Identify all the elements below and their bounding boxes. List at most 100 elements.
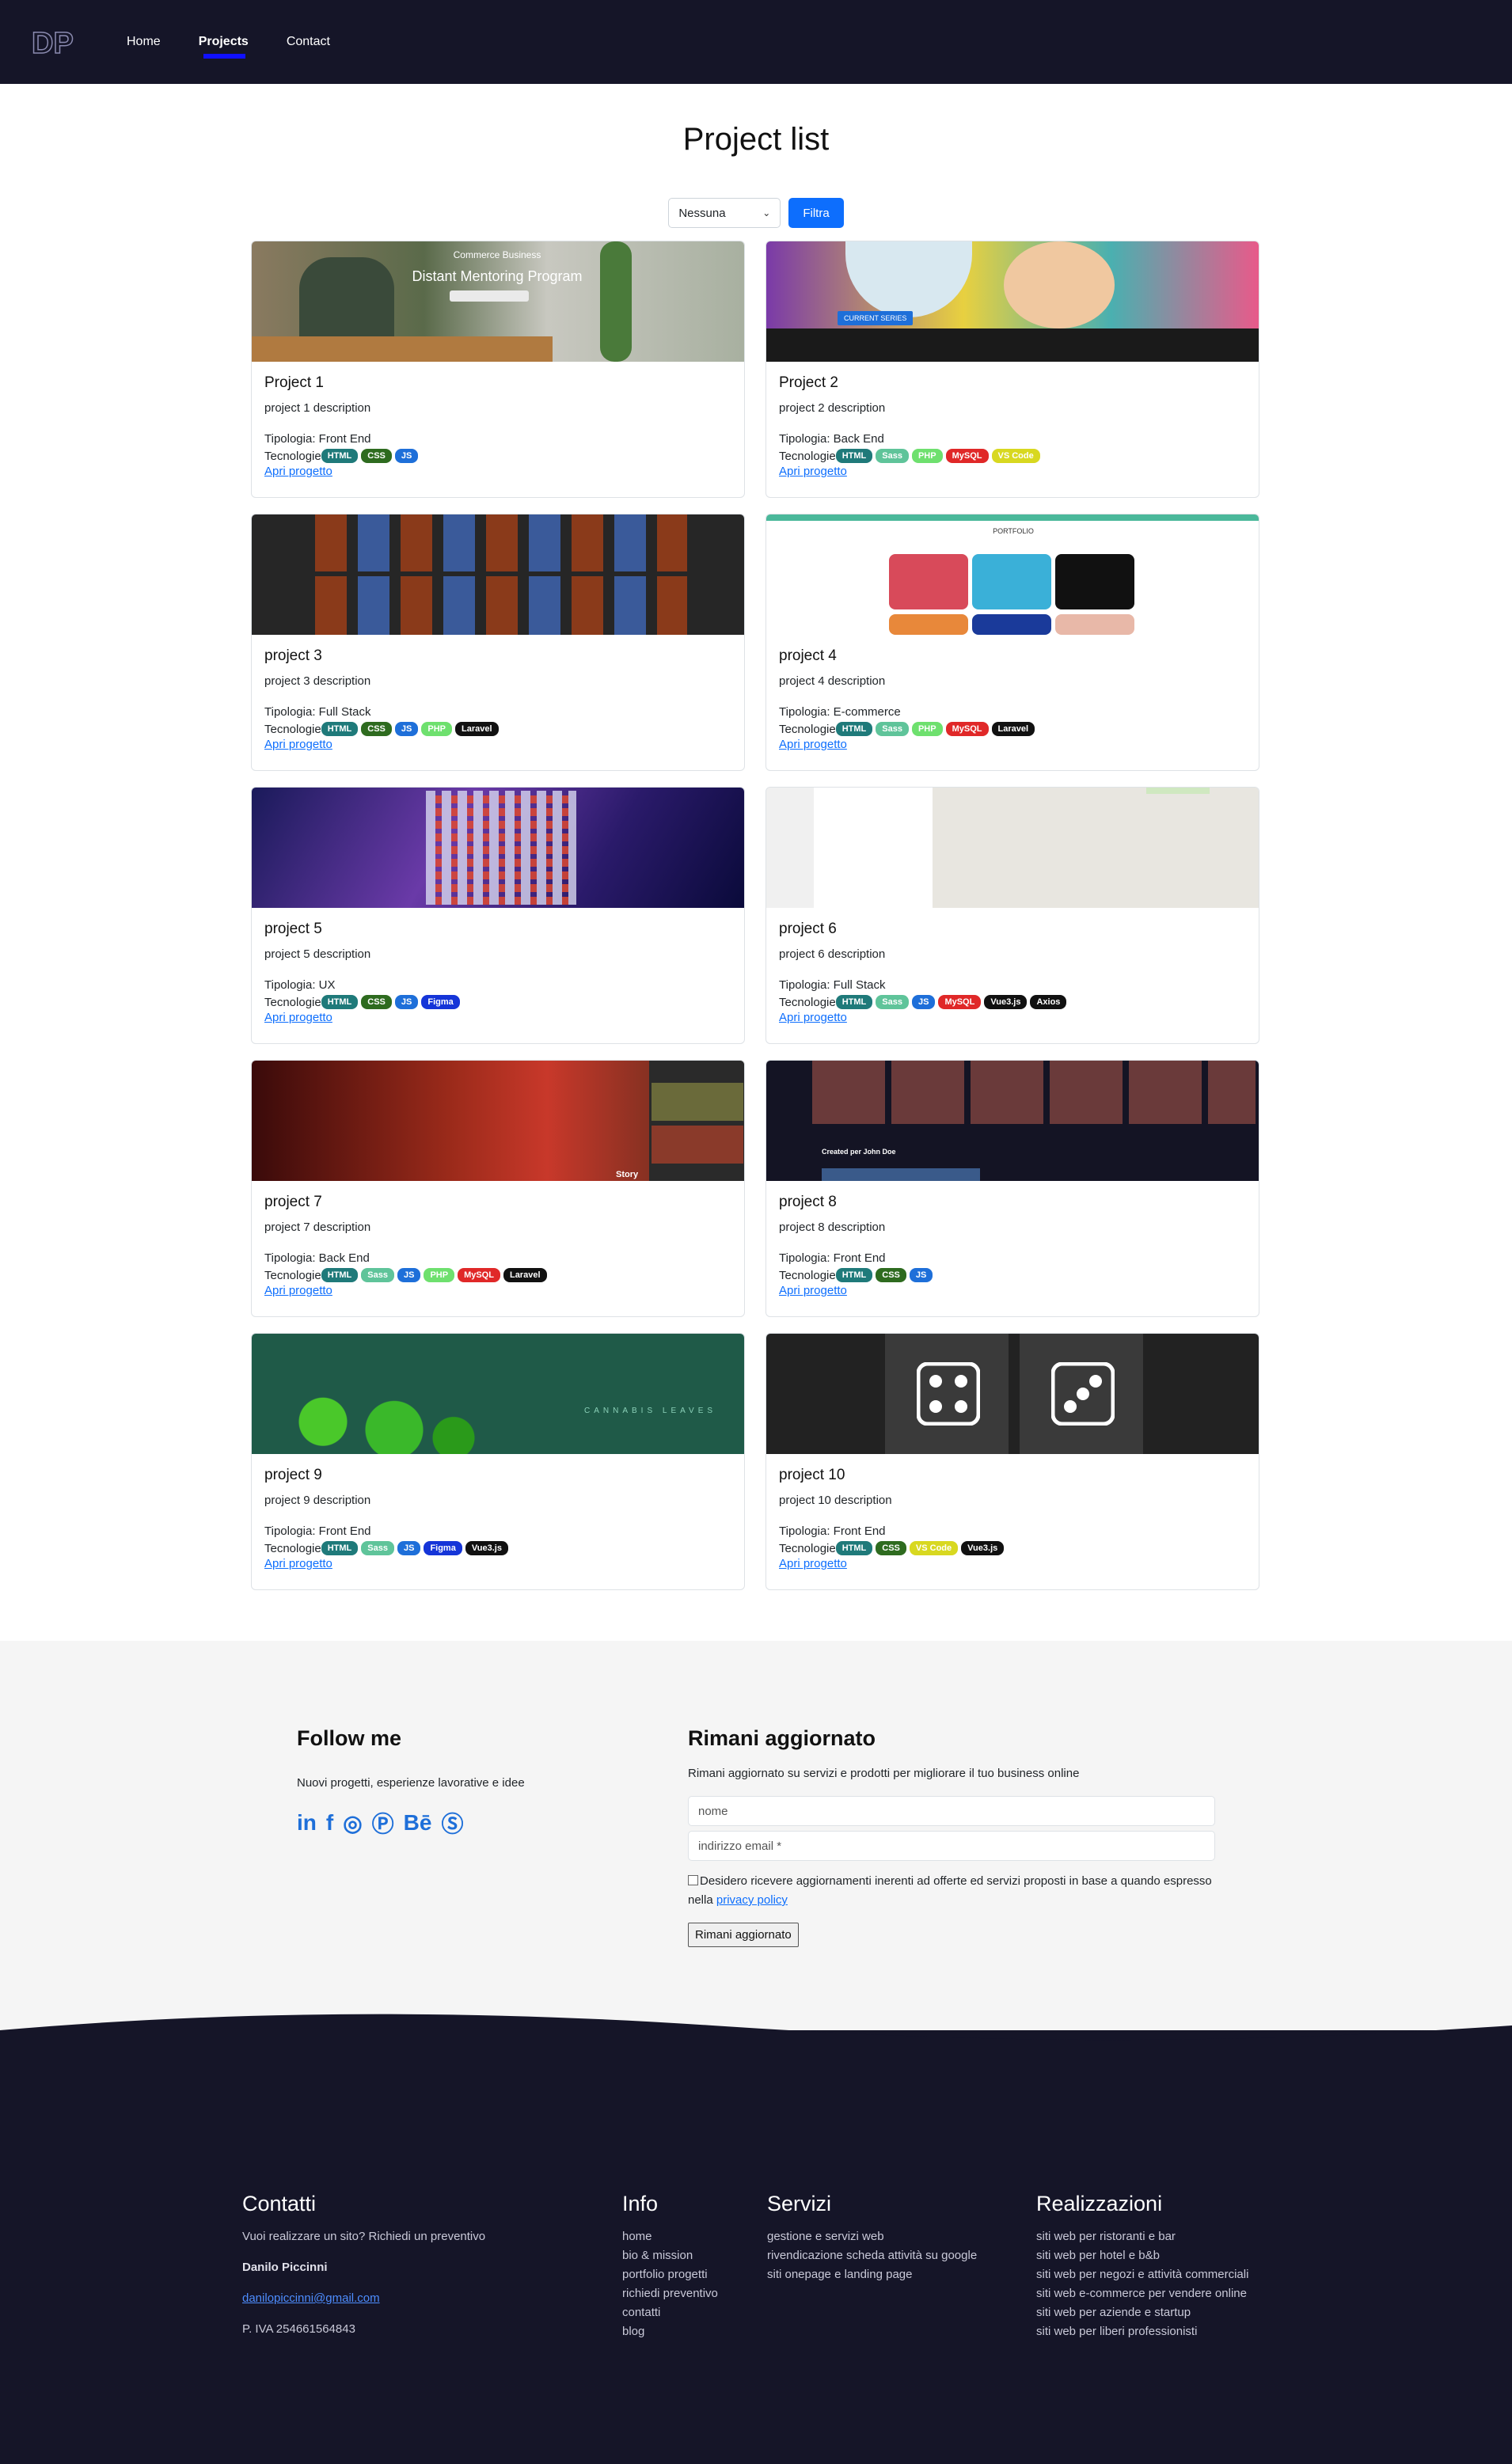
footer-service-link[interactable]: gestione e servizi web [767, 2227, 1020, 2246]
open-project-link[interactable]: Apri progetto [264, 1557, 332, 1570]
footer-service-link[interactable]: rivendicazione scheda attività su google [767, 2246, 1020, 2265]
privacy-policy-link[interactable]: privacy policy [716, 1893, 788, 1907]
footer-info-link[interactable]: home [622, 2227, 749, 2246]
tech-badge: HTML [835, 1541, 873, 1555]
tech-badge: Figma [424, 1541, 462, 1555]
tech-label: Tecnologie [264, 1541, 321, 1555]
open-project-link[interactable]: Apri progetto [779, 1011, 847, 1024]
footer-realizzazione-link[interactable]: siti web per negozi e attività commercia… [1036, 2265, 1305, 2284]
nav-link-projects[interactable]: Projects [199, 30, 249, 59]
nav-links: Home Projects Contact [127, 30, 368, 59]
tech-badge: HTML [835, 995, 873, 1009]
tech-badge: Laravel [454, 722, 499, 736]
open-project-link[interactable]: Apri progetto [264, 1284, 332, 1297]
footer-realizzazione-link[interactable]: siti web per aziende e startup [1036, 2303, 1305, 2322]
tech-badge: HTML [321, 1541, 359, 1555]
project-description: project 10 description [779, 1494, 892, 1507]
footer-services-title: Servizi [767, 2192, 832, 2215]
tech-badge: Axios [1030, 995, 1067, 1009]
nav-link-contact[interactable]: Contact [287, 30, 330, 54]
type-filter-select[interactable]: Nessuna ⌄ [668, 198, 781, 228]
tech-label: Tecnologie [264, 449, 321, 463]
social-links: in f ◎ Ⓟ Bē Ⓢ [297, 1807, 688, 1839]
project-description: project 1 description [264, 401, 371, 415]
project-type: Tipologia: Front End [779, 1251, 886, 1265]
footer-services: Servizi gestione e servizi web rivendicaz… [767, 2192, 1020, 2284]
type-filter-value: Nessuna [678, 206, 726, 220]
tech-badge: JS [397, 1268, 421, 1282]
tech-badge: MySQL [458, 1268, 500, 1282]
open-project-link[interactable]: Apri progetto [779, 465, 847, 478]
project-type: Tipologia: Front End [264, 432, 371, 446]
open-project-link[interactable]: Apri progetto [264, 465, 332, 478]
tech-label: Tecnologie [264, 995, 321, 1009]
tech-label: Tecnologie [779, 995, 836, 1009]
pinterest-icon[interactable]: Ⓟ [372, 1807, 394, 1839]
skype-icon[interactable]: Ⓢ [441, 1807, 463, 1839]
footer-realizzazione-link[interactable]: siti web e-commerce per vendere online [1036, 2284, 1305, 2303]
open-project-link[interactable]: Apri progetto [779, 1557, 847, 1570]
open-project-link[interactable]: Apri progetto [264, 738, 332, 751]
footer-info-link[interactable]: blog [622, 2322, 749, 2341]
nav-link-home[interactable]: Home [127, 30, 161, 54]
tech-badge: JS [394, 449, 419, 463]
footer-realizzazione-link[interactable]: siti web per ristoranti e bar [1036, 2227, 1305, 2246]
tech-badge: MySQL [945, 722, 989, 736]
p4-image-title: PORTFOLIO [993, 527, 1034, 535]
tech-label: Tecnologie [264, 1268, 321, 1282]
tech-badge: CSS [361, 722, 392, 736]
chevron-down-icon: ⌄ [762, 207, 771, 218]
project-title: project 8 [779, 1194, 837, 1210]
project-type: Tipologia: Back End [264, 1251, 370, 1265]
main-content: Project list Nessuna ⌄ Filtra Commerce B… [0, 122, 1512, 2464]
navbar: DP Home Projects Contact [0, 0, 1512, 84]
open-project-link[interactable]: Apri progetto [779, 738, 847, 751]
footer-service-link[interactable]: siti onepage e landing page [767, 2265, 1020, 2284]
tech-badge: PHP [424, 1268, 455, 1282]
tech-badge: JS [911, 995, 936, 1009]
project-description: project 3 description [264, 674, 371, 688]
tech-badge: JS [397, 1541, 421, 1555]
tech-badge: CSS [361, 995, 392, 1009]
filter-button[interactable]: Filtra [788, 198, 844, 228]
footer: Contatti Vuoi realizzare un sito? Richie… [0, 2014, 1512, 2464]
project-technologies: Tecnologie HTML CSS VS Code Vue3.js [779, 1541, 1246, 1555]
tech-badge: HTML [835, 449, 873, 463]
project-image: Story [252, 1061, 744, 1181]
footer-info-link[interactable]: portfolio progetti [622, 2265, 749, 2284]
logo-text: DP [32, 27, 74, 58]
tech-badge: Laravel [991, 722, 1035, 736]
tech-badge: Vue3.js [984, 995, 1028, 1009]
project-card: project 10 project 10 description Tipolo… [765, 1333, 1259, 1590]
email-input[interactable]: indirizzo email * [688, 1831, 1215, 1861]
consent-checkbox[interactable] [688, 1875, 698, 1885]
footer-info-link[interactable]: contatti [622, 2303, 749, 2322]
tech-badge: MySQL [938, 995, 982, 1009]
tech-badge: Sass [876, 722, 909, 736]
name-input[interactable]: nome [688, 1796, 1215, 1826]
behance-icon[interactable]: Bē [404, 1810, 432, 1836]
footer-email-link[interactable]: danilopiccinni@gmail.com [242, 2291, 380, 2305]
tech-label: Tecnologie [779, 1541, 836, 1555]
consent-row: Desidero ricevere aggiornamenti inerenti… [688, 1872, 1215, 1910]
logo[interactable]: DP [30, 26, 82, 58]
project-description: project 4 description [779, 674, 886, 688]
linkedin-icon[interactable]: in [297, 1810, 317, 1836]
footer-info-link[interactable]: richiedi preventivo [622, 2284, 749, 2303]
project-image: Created per John Doe [766, 1061, 1259, 1181]
open-project-link[interactable]: Apri progetto [264, 1011, 332, 1024]
tech-badge: Vue3.js [961, 1541, 1005, 1555]
footer-realizzazione-link[interactable]: siti web per hotel e b&b [1036, 2246, 1305, 2265]
tech-badge: VS Code [991, 449, 1040, 463]
footer-realizzazione-link[interactable]: siti web per liberi professionisti [1036, 2322, 1305, 2341]
footer-contacts-title: Contatti [242, 2192, 317, 2215]
facebook-icon[interactable]: f [326, 1810, 333, 1836]
project-title: Project 2 [779, 374, 838, 391]
open-project-link[interactable]: Apri progetto [779, 1284, 847, 1297]
subscribe-button[interactable]: Rimani aggiornato [688, 1923, 799, 1947]
p1-image-caption: Commerce Business [453, 249, 541, 260]
footer-realizzazioni: Realizzazioni siti web per ristoranti e … [1036, 2192, 1305, 2341]
footer-info-link[interactable]: bio & mission [622, 2246, 749, 2265]
dribbble-icon[interactable]: ◎ [343, 1810, 362, 1836]
tech-badge: Figma [421, 995, 460, 1009]
